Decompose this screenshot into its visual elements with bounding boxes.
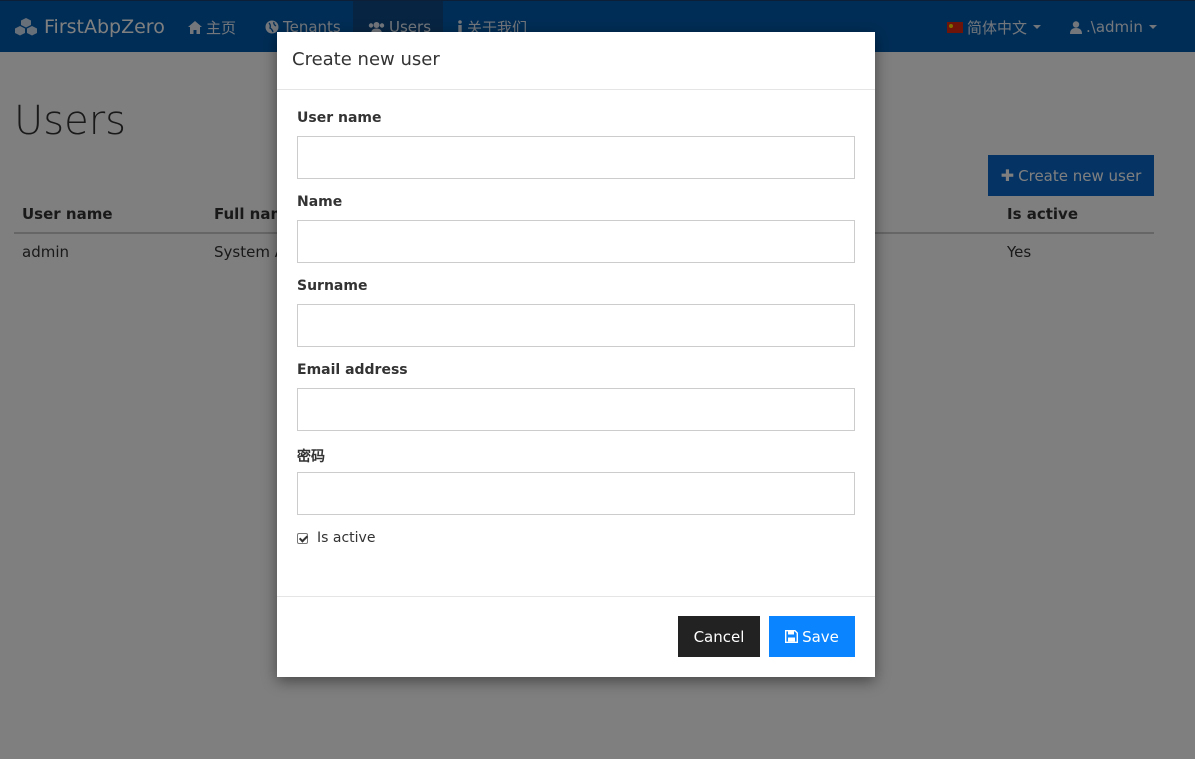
floppy-disk-icon	[785, 630, 799, 643]
surname-label: Surname	[297, 278, 368, 294]
password-input[interactable]	[297, 472, 855, 515]
email-address-input[interactable]	[297, 388, 855, 431]
create-user-form: User name Name Surname Email address 密码 …	[297, 110, 855, 546]
name-label: Name	[297, 194, 343, 210]
save-label: Save	[802, 627, 839, 646]
is-active-label: Is active	[317, 530, 376, 546]
is-active-checkbox[interactable]	[297, 532, 308, 544]
modal-title: Create new user	[292, 49, 440, 70]
surname-input[interactable]	[297, 304, 855, 347]
user-name-input[interactable]	[297, 136, 855, 179]
save-button[interactable]: Save	[769, 616, 855, 657]
email-address-label: Email address	[297, 362, 408, 378]
create-user-modal: Create new user User name Name Surname E…	[277, 32, 875, 677]
modal-footer: Cancel Save	[277, 596, 875, 677]
modal-header: Create new user	[277, 32, 875, 90]
cancel-button[interactable]: Cancel	[678, 616, 760, 657]
is-active-checkbox-row[interactable]: Is active	[297, 530, 855, 546]
password-label: 密码	[297, 449, 325, 465]
name-input[interactable]	[297, 220, 855, 263]
user-name-label: User name	[297, 110, 382, 126]
